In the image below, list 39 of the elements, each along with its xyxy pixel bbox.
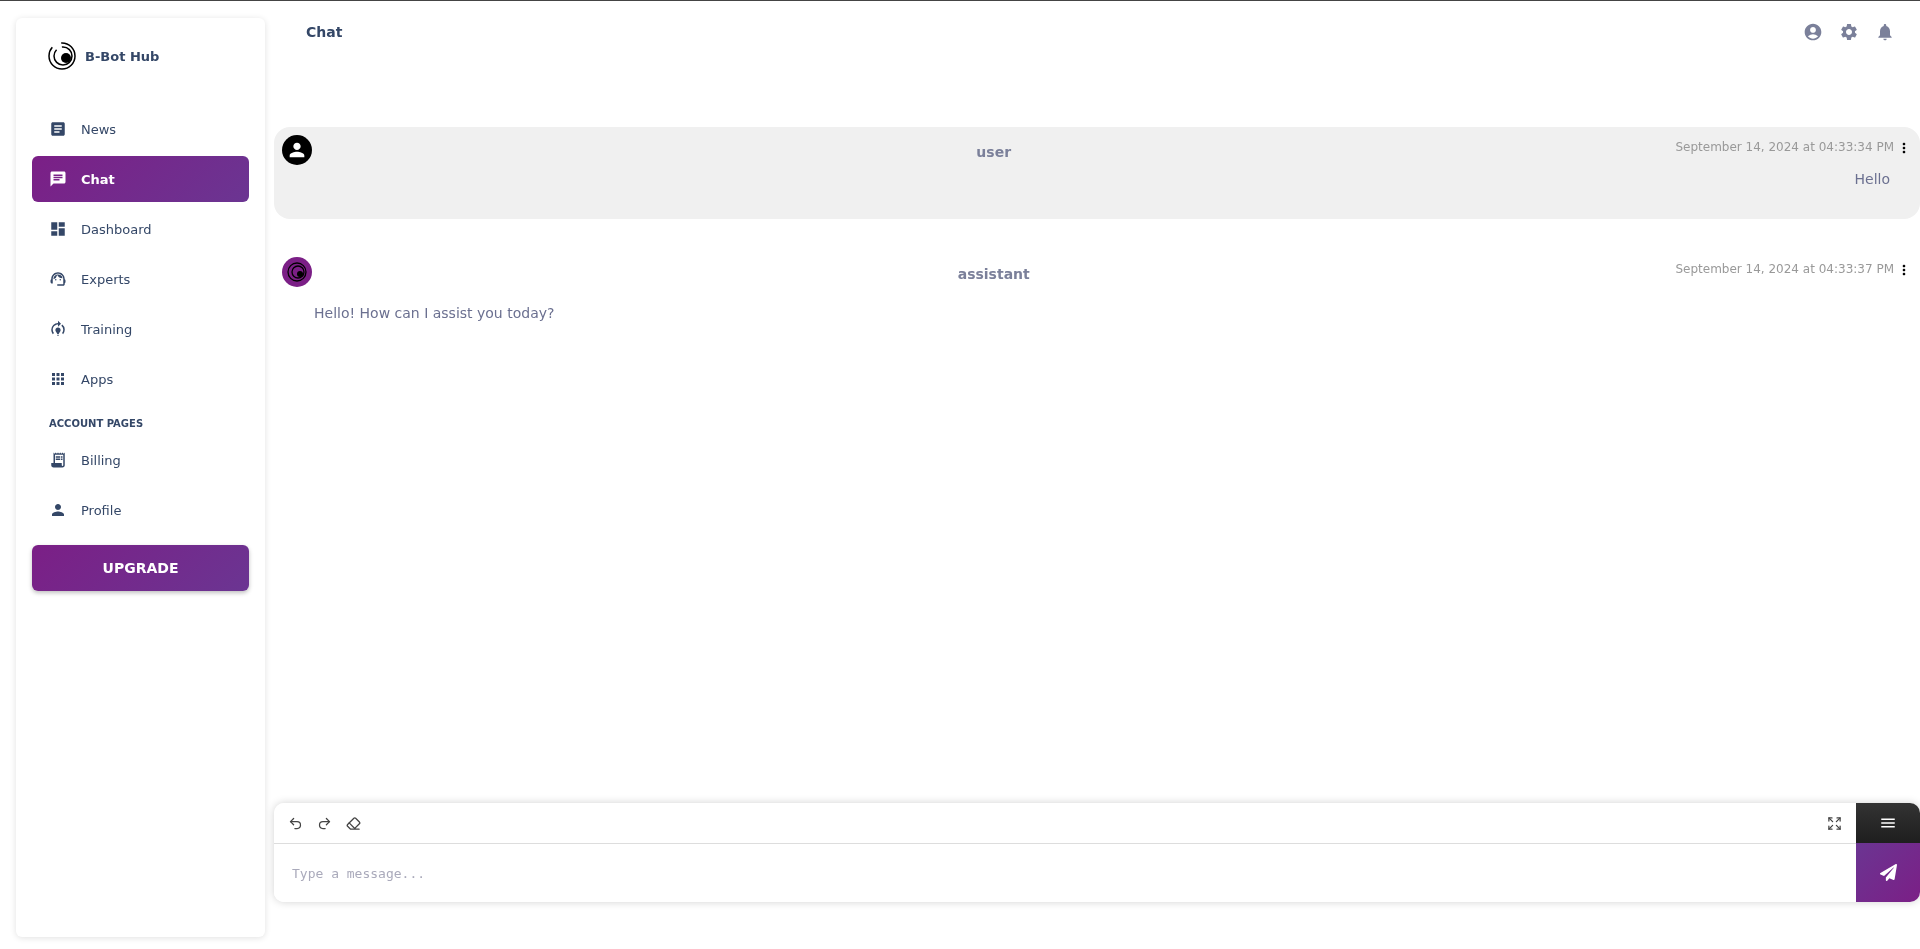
timestamp: September 14, 2024 at 04:33:37 PM xyxy=(1675,262,1894,276)
message-text: Hello xyxy=(1854,171,1890,187)
nav-item[interactable]: Dashboard xyxy=(32,206,249,252)
bell-icon[interactable] xyxy=(1875,22,1895,42)
send-button[interactable] xyxy=(1856,843,1920,902)
eraser-icon[interactable] xyxy=(346,815,361,831)
grid-icon xyxy=(49,370,67,388)
chat-icon xyxy=(49,170,67,188)
nav-item[interactable]: Training xyxy=(32,306,249,352)
user-avatar xyxy=(282,135,312,165)
cycle-icon xyxy=(49,320,67,338)
nav-item[interactable]: Billing xyxy=(32,437,249,483)
page-title: Chat xyxy=(306,24,343,40)
bot-avatar xyxy=(282,257,312,287)
headset-icon xyxy=(49,270,67,288)
document-icon xyxy=(49,120,67,138)
account-icon[interactable] xyxy=(1803,22,1823,42)
upgrade-button[interactable]: UPGRADE xyxy=(32,545,249,591)
nav-item[interactable]: News xyxy=(32,106,249,152)
expand-icon[interactable] xyxy=(1827,815,1842,831)
nav-item[interactable]: Profile xyxy=(32,487,249,533)
menu-button[interactable] xyxy=(1856,803,1920,843)
brand-name: B-Bot Hub xyxy=(85,48,160,64)
receipt-icon xyxy=(49,451,67,469)
timestamp: September 14, 2024 at 04:33:34 PM xyxy=(1675,140,1894,154)
logo-icon xyxy=(47,41,77,71)
send-icon xyxy=(1879,864,1897,881)
nav-item[interactable]: Apps xyxy=(32,356,249,402)
dashboard-icon xyxy=(49,220,67,238)
section-label: ACCOUNT PAGES xyxy=(48,417,145,431)
nav-item[interactable]: Chat xyxy=(32,156,249,202)
nav-item[interactable]: Experts xyxy=(32,256,249,302)
author-name: assistant xyxy=(957,266,1030,282)
redo-icon[interactable] xyxy=(317,815,332,831)
undo-icon[interactable] xyxy=(288,815,303,831)
settings-icon[interactable] xyxy=(1839,22,1859,42)
message-text: Hello! How can I assist you today? xyxy=(314,305,555,321)
person-icon xyxy=(49,501,67,519)
author-name: user xyxy=(976,144,1012,160)
